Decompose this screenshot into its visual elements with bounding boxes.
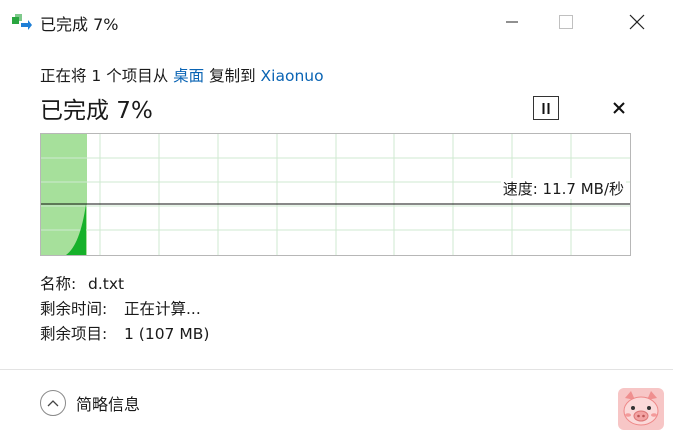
title-bar[interactable]: 已完成 7% — [0, 0, 673, 44]
time-remaining-label: 剩余时间: — [40, 300, 108, 318]
close-window-button[interactable] — [614, 0, 660, 44]
pause-button[interactable] — [533, 96, 559, 120]
name-label: 名称: — [40, 275, 77, 293]
chevron-up-icon — [40, 390, 66, 416]
detail-row-items: 剩余项目: 1 (107 MB) — [40, 322, 209, 347]
pause-icon — [542, 102, 550, 114]
transfer-description: 正在将 1 个项目从 桌面 复制到 Xiaonuo — [40, 64, 324, 86]
maximize-button[interactable] — [543, 0, 589, 44]
minimize-button[interactable] — [489, 0, 535, 44]
speed-label: 速度: 11.7 MB/秒 — [500, 178, 626, 199]
transfer-prefix: 正在将 1 个项目从 — [40, 67, 174, 85]
name-value: d.txt — [88, 275, 125, 293]
less-details-label: 简略信息 — [76, 395, 141, 414]
window-title: 已完成 7% — [40, 15, 119, 34]
close-icon — [613, 102, 625, 114]
detail-row-name: 名称: d.txt — [40, 272, 209, 297]
cancel-button[interactable] — [606, 96, 632, 120]
details-panel: 名称: d.txt 剩余时间: 正在计算... 剩余项目: 1 (107 MB) — [40, 272, 209, 347]
destination-link[interactable]: Xiaonuo — [261, 67, 324, 85]
items-remaining-label: 剩余项目: — [40, 325, 108, 343]
minimize-icon — [506, 21, 518, 23]
progress-headline: 已完成 7% — [40, 98, 153, 124]
pig-face-icon — [618, 388, 664, 430]
maximize-icon — [559, 15, 573, 29]
close-icon — [629, 14, 645, 30]
footer: 简略信息 — [0, 370, 673, 439]
less-details-button[interactable]: 简略信息 — [40, 390, 140, 416]
speed-chart: 速度: 11.7 MB/秒 — [40, 133, 631, 256]
transfer-middle: 复制到 — [204, 67, 261, 85]
time-remaining-value: 正在计算... — [124, 300, 201, 318]
copy-files-icon — [12, 14, 32, 30]
detail-row-time: 剩余时间: 正在计算... — [40, 297, 209, 322]
items-remaining-value: 1 (107 MB) — [124, 325, 210, 343]
source-link[interactable]: 桌面 — [173, 67, 204, 85]
